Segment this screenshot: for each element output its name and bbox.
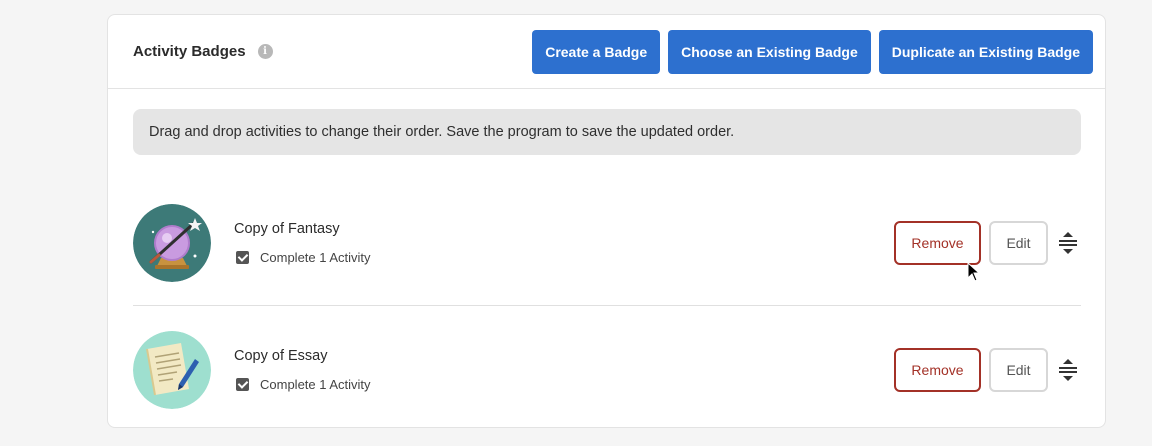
duplicate-existing-badge-button[interactable]: Duplicate an Existing Badge xyxy=(878,29,1093,74)
card-title: Activity Badges xyxy=(133,43,246,60)
requirement-text: Complete 1 Activity xyxy=(260,377,371,392)
badge-name: Copy of Fantasy xyxy=(234,221,340,237)
badge-name: Copy of Essay xyxy=(234,348,328,364)
row-actions: Remove Edit xyxy=(894,348,1081,392)
requirement: Complete 1 Activity xyxy=(234,250,894,265)
choose-existing-badge-button[interactable]: Choose an Existing Badge xyxy=(668,29,871,74)
requirement: Complete 1 Activity xyxy=(234,377,894,392)
badge-info: Copy of Essay Complete 1 Activity xyxy=(234,348,894,392)
info-icon[interactable]: i xyxy=(257,44,273,59)
row-divider xyxy=(133,305,1081,306)
checkbox-icon xyxy=(236,378,249,391)
row-actions: Remove Edit xyxy=(894,221,1081,265)
remove-button[interactable]: Remove xyxy=(894,348,981,392)
remove-button[interactable]: Remove xyxy=(894,221,981,265)
badge-row[interactable]: Copy of Fantasy Complete 1 Activity Remo… xyxy=(133,204,1081,282)
edit-button[interactable]: Edit xyxy=(989,348,1048,392)
paper-pen-icon xyxy=(133,331,211,409)
crystal-ball-icon xyxy=(133,204,211,282)
badge-info: Copy of Fantasy Complete 1 Activity xyxy=(234,221,894,265)
edit-button[interactable]: Edit xyxy=(989,221,1048,265)
reorder-notice: Drag and drop activities to change their… xyxy=(133,109,1081,155)
drag-handle-icon[interactable] xyxy=(1058,358,1078,382)
card-header: Activity Badges i Create a Badge Choose … xyxy=(108,15,1105,89)
drag-handle-icon[interactable] xyxy=(1058,231,1078,255)
checkbox-icon xyxy=(236,251,249,264)
activity-badges-card: Activity Badges i Create a Badge Choose … xyxy=(107,14,1106,428)
badge-row[interactable]: Copy of Essay Complete 1 Activity Remove… xyxy=(133,331,1081,409)
title-group: Activity Badges i xyxy=(133,43,273,60)
create-badge-button[interactable]: Create a Badge xyxy=(532,29,661,74)
header-actions: Create a Badge Choose an Existing Badge … xyxy=(532,29,1093,74)
requirement-text: Complete 1 Activity xyxy=(260,250,371,265)
